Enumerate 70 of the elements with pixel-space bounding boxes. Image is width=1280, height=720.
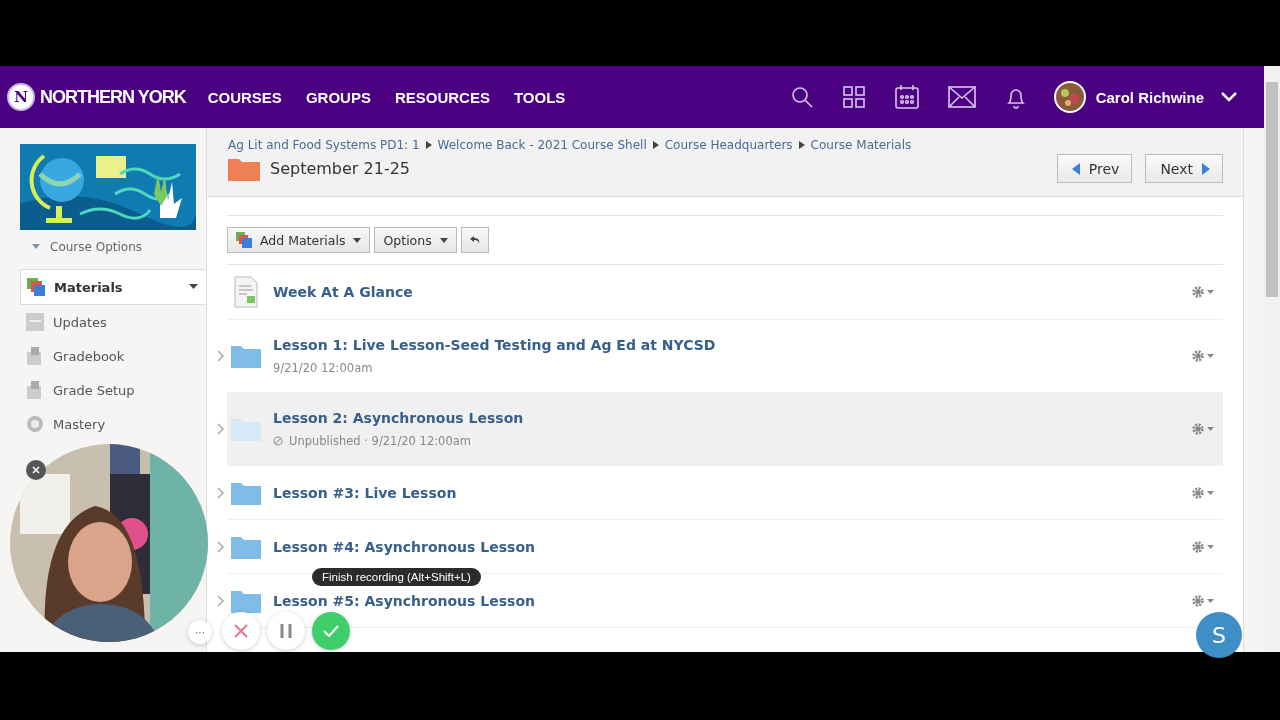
material-link[interactable]: Week At A Glance	[273, 284, 413, 300]
material-link[interactable]: Lesson 1: Live Lesson-Seed Testing and Ag Ed at NYCSD	[273, 337, 716, 353]
material-date: Unpublished · 9/21/20 12:00am	[289, 434, 471, 448]
gear-icon[interactable]	[1191, 349, 1215, 363]
grid-icon[interactable]	[841, 85, 866, 109]
undo-icon	[469, 235, 480, 245]
nav-link[interactable]: RESOURCES	[394, 88, 490, 106]
caret-icon	[353, 237, 362, 243]
folder-icon	[228, 156, 260, 181]
next-button[interactable]: Next	[1145, 154, 1223, 183]
material-link[interactable]: Lesson #4: Asynchronous Lesson	[273, 538, 535, 555]
document-icon	[231, 276, 261, 308]
close-icon	[32, 466, 40, 474]
breadcrumb-link[interactable]: Welcome Back - 2021 Course Shell	[437, 138, 647, 152]
left-arrow-icon	[1071, 162, 1080, 175]
breadcrumb-arrow-icon	[798, 141, 805, 149]
folder-icon	[231, 417, 261, 441]
avatar[interactable]	[1053, 81, 1086, 113]
breadcrumb-arrow-icon	[425, 141, 432, 149]
course-options-link[interactable]: Course Options	[32, 239, 206, 255]
unpublished-icon	[273, 436, 283, 446]
material-link[interactable]: Lesson #3: Live Lesson	[273, 484, 457, 501]
nav-link[interactable]: COURSES	[207, 88, 282, 106]
tooltip: Finish recording (Alt+Shift+L)	[312, 568, 481, 586]
prev-button[interactable]: Prev	[1056, 154, 1133, 183]
nav-link[interactable]: TOOLS	[513, 88, 566, 106]
sidebar-item[interactable]: Grade Setup	[20, 373, 206, 407]
right-arrow-icon	[1202, 162, 1210, 175]
pause-icon	[280, 624, 292, 638]
material-date: 9/21/20 12:00am	[273, 361, 373, 375]
gear-icon[interactable]	[1191, 593, 1215, 608]
document-icon	[25, 312, 45, 332]
school-logo[interactable]: N NORTHERN YORK	[7, 83, 186, 111]
materials-icon	[26, 277, 46, 297]
caret-icon	[439, 237, 448, 243]
sidebar-item[interactable]: Materials	[20, 269, 206, 305]
breadcrumb-link[interactable]: Course Materials	[810, 138, 912, 152]
sidebar-item[interactable]: Updates	[20, 305, 206, 339]
scrollbar[interactable]	[1264, 66, 1280, 652]
calendar-icon[interactable]	[893, 84, 920, 110]
folder-icon	[231, 588, 261, 613]
material-link[interactable]: Lesson 2: Asynchronous Lesson	[273, 410, 524, 426]
sidebar-item[interactable]: Mastery	[20, 407, 206, 441]
add-materials-button[interactable]: Add Materials	[227, 227, 371, 253]
search-icon[interactable]	[789, 85, 814, 109]
page-title: September 21-25	[270, 159, 410, 178]
gear-icon[interactable]	[1191, 539, 1215, 554]
nav-link[interactable]: GROUPS	[305, 88, 371, 106]
folder-icon	[231, 344, 261, 368]
breadcrumb-link[interactable]: Course Headquarters	[664, 138, 793, 152]
breadcrumb-link[interactable]: Ag Lit and Food Systems PD1: 1	[228, 138, 420, 152]
close-icon	[234, 624, 248, 638]
gear-icon[interactable]	[1191, 285, 1215, 299]
options-button[interactable]: Options	[374, 227, 457, 253]
folder-icon	[231, 534, 261, 559]
undo-button[interactable]	[460, 227, 489, 253]
breadcrumb-arrow-icon	[652, 141, 659, 149]
mail-icon[interactable]	[947, 86, 976, 108]
caret-icon[interactable]	[189, 284, 198, 290]
check-icon	[323, 625, 339, 637]
sidebar-item[interactable]: Gradebook	[20, 339, 206, 373]
material-link[interactable]: Lesson #5: Asynchronous Lesson	[273, 592, 535, 609]
user-name[interactable]: Carol Richwine	[1095, 88, 1204, 106]
caret-icon	[32, 244, 40, 250]
badge-icon	[25, 414, 45, 434]
gear-icon[interactable]	[1191, 485, 1215, 500]
gear-icon[interactable]	[1191, 422, 1215, 436]
chevron-down-icon[interactable]	[1220, 91, 1238, 103]
folder-icon	[231, 480, 261, 505]
materials-icon	[236, 232, 252, 248]
